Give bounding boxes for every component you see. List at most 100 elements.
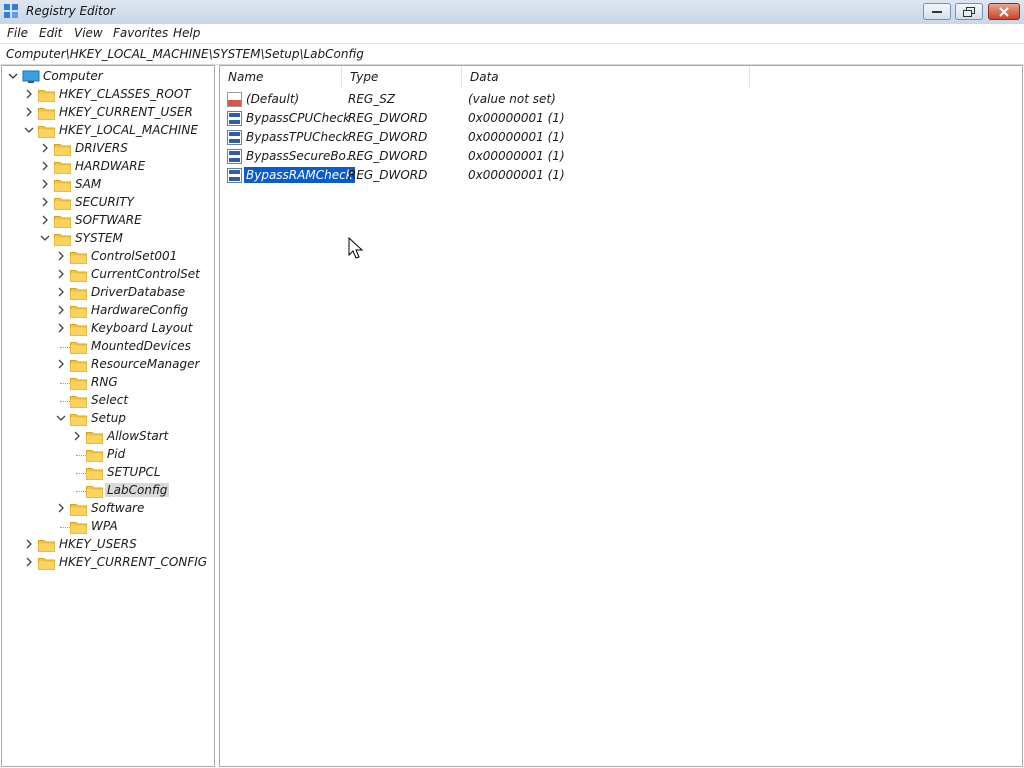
chevron-right-icon[interactable] <box>40 161 50 171</box>
chevron-right-icon[interactable] <box>56 323 66 333</box>
tree-connector <box>60 383 70 384</box>
menu-favorites[interactable]: Favorites <box>113 26 168 40</box>
tree-label: HKEY_LOCAL_MACHINE <box>59 123 198 137</box>
tree-item[interactable]: ResourceManager <box>2 356 214 374</box>
folder-icon <box>70 378 87 390</box>
tree-item[interactable]: MountedDevices <box>2 338 214 356</box>
folder-icon <box>38 108 55 120</box>
folder-icon <box>70 414 87 426</box>
tree-item-computer[interactable]: Computer <box>2 68 214 86</box>
tree-connector <box>76 491 86 492</box>
folder-icon <box>70 252 87 264</box>
folder-icon <box>70 360 87 372</box>
chevron-right-icon[interactable] <box>24 107 34 117</box>
tree-item[interactable]: SECURITY <box>2 194 214 212</box>
tree-item[interactable]: HKEY_CURRENT_USER <box>2 104 214 122</box>
column-header-name[interactable]: Name <box>220 66 342 88</box>
value-row[interactable]: BypassRAMCheck REG_DWORD 0x00000001 (1) <box>220 166 780 185</box>
tree-label: SOFTWARE <box>75 213 142 227</box>
tree-label: HKEY_CLASSES_ROOT <box>59 87 191 101</box>
tree-label: ResourceManager <box>91 357 200 371</box>
tree-item[interactable]: LabConfig <box>2 482 214 500</box>
chevron-right-icon[interactable] <box>24 89 34 99</box>
chevron-right-icon[interactable] <box>56 251 66 261</box>
tree-label: MountedDevices <box>91 339 191 353</box>
tree-item[interactable]: Pid <box>2 446 214 464</box>
chevron-right-icon[interactable] <box>40 197 50 207</box>
chevron-right-icon[interactable] <box>72 431 82 441</box>
chevron-right-icon[interactable] <box>24 557 34 567</box>
address-bar[interactable]: Computer\HKEY_LOCAL_MACHINE\SYSTEM\Setup… <box>0 43 1024 65</box>
tree-item[interactable]: CurrentControlSet <box>2 266 214 284</box>
tree-item[interactable]: HKEY_CURRENT_CONFIG <box>2 554 214 572</box>
menu-help[interactable]: Help <box>173 26 200 40</box>
chevron-right-icon[interactable] <box>56 503 66 513</box>
tree-item[interactable]: SOFTWARE <box>2 212 214 230</box>
tree-item[interactable]: ControlSet001 <box>2 248 214 266</box>
tree-connector <box>60 527 70 528</box>
tree-item[interactable]: HARDWARE <box>2 158 214 176</box>
tree-label: RNG <box>91 375 118 389</box>
close-button[interactable] <box>988 3 1020 20</box>
tree-item[interactable]: WPA <box>2 518 214 536</box>
folder-icon <box>86 468 103 480</box>
tree-item[interactable]: AllowStart <box>2 428 214 446</box>
value-row[interactable]: BypassTPUCheck REG_DWORD 0x00000001 (1) <box>220 128 780 147</box>
tree-item[interactable]: HardwareConfig <box>2 302 214 320</box>
folder-icon <box>54 144 71 156</box>
value-data: 0x00000001 (1) <box>468 111 565 125</box>
tree-item[interactable]: DriverDatabase <box>2 284 214 302</box>
folder-icon <box>70 288 87 300</box>
value-row[interactable]: (Default) REG_SZ (value not set) <box>220 90 780 109</box>
tree-item[interactable]: RNG <box>2 374 214 392</box>
chevron-right-icon[interactable] <box>40 179 50 189</box>
column-header-data[interactable]: Data <box>462 66 750 88</box>
restore-button[interactable] <box>955 3 983 20</box>
values-list[interactable]: Name Type Data (Default) REG_SZ (value not… <box>219 65 1023 767</box>
folder-icon <box>70 306 87 318</box>
tree-item[interactable]: Setup <box>2 410 214 428</box>
folder-icon <box>70 324 87 336</box>
chevron-right-icon[interactable] <box>56 359 66 369</box>
tree-item[interactable]: Software <box>2 500 214 518</box>
tree-item[interactable]: SYSTEM <box>2 230 214 248</box>
folder-icon <box>38 540 55 552</box>
chevron-right-icon[interactable] <box>56 269 66 279</box>
chevron-down-icon[interactable] <box>8 71 18 81</box>
tree-label: HKEY_CURRENT_USER <box>59 105 193 119</box>
chevron-right-icon[interactable] <box>24 539 34 549</box>
column-header-type[interactable]: Type <box>342 66 462 88</box>
minimize-icon <box>932 10 942 13</box>
chevron-right-icon[interactable] <box>40 215 50 225</box>
tree-item[interactable]: HKEY_LOCAL_MACHINE <box>2 122 214 140</box>
tree-item[interactable]: SAM <box>2 176 214 194</box>
menu-edit[interactable]: Edit <box>39 26 62 40</box>
minimize-button[interactable] <box>923 3 951 20</box>
value-type: REG_DWORD <box>348 130 428 144</box>
chevron-down-icon[interactable] <box>40 233 50 243</box>
chevron-down-icon[interactable] <box>24 125 34 135</box>
tree-label: DRIVERS <box>75 141 128 155</box>
menu-file[interactable]: File <box>7 26 28 40</box>
chevron-right-icon[interactable] <box>56 305 66 315</box>
tree-item[interactable]: SETUPCL <box>2 464 214 482</box>
string-value-icon <box>227 92 242 107</box>
value-row[interactable]: BypassCPUCheck REG_DWORD 0x00000001 (1) <box>220 109 780 128</box>
chevron-right-icon[interactable] <box>40 143 50 153</box>
address-path[interactable]: Computer\HKEY_LOCAL_MACHINE\SYSTEM\Setup… <box>6 47 364 61</box>
value-row[interactable]: BypassSecureBo... REG_DWORD 0x00000001 (1) <box>220 147 780 166</box>
key-tree[interactable]: Computer HKEY_CLASSES_ROOT HKEY_CURRENT_U… <box>1 65 215 767</box>
chevron-down-icon[interactable] <box>56 413 66 423</box>
tree-item[interactable]: DRIVERS <box>2 140 214 158</box>
tree-item[interactable]: HKEY_USERS <box>2 536 214 554</box>
tree-item[interactable]: Select <box>2 392 214 410</box>
chevron-right-icon[interactable] <box>56 287 66 297</box>
menu-view[interactable]: View <box>74 26 103 40</box>
folder-icon <box>86 486 103 498</box>
folder-icon <box>70 270 87 282</box>
value-data: 0x00000001 (1) <box>468 149 565 163</box>
tree-item[interactable]: Keyboard Layout <box>2 320 214 338</box>
tree-item[interactable]: HKEY_CLASSES_ROOT <box>2 86 214 104</box>
folder-icon <box>54 180 71 192</box>
tree-label: HardwareConfig <box>91 303 189 317</box>
